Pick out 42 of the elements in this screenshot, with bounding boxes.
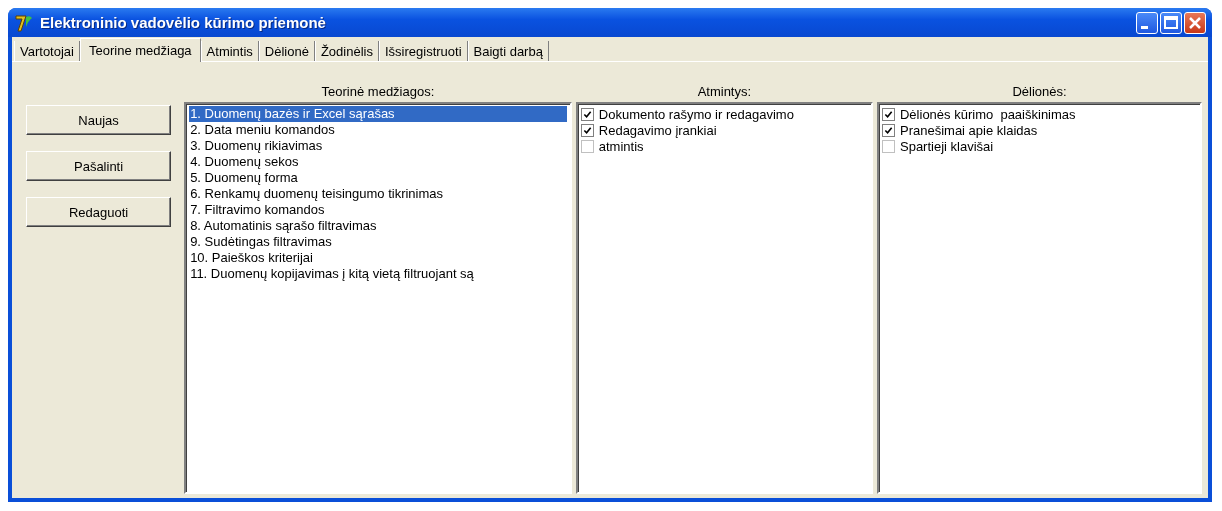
checkbox[interactable] bbox=[882, 123, 895, 137]
list-item[interactable]: 11. Duomenų kopijavimas į kitą vietą filtruojant są bbox=[189, 266, 567, 282]
list-item[interactable]: 2. Data meniu komandos bbox=[189, 122, 567, 138]
app-logo-icon bbox=[14, 12, 34, 33]
tab[interactable]: Žodinėlis bbox=[314, 41, 379, 61]
window-title: Elektroninio vadovėlio kūrimo priemonė bbox=[40, 14, 327, 31]
minimize-icon bbox=[1140, 26, 1148, 29]
action-button[interactable]: Naujas bbox=[26, 105, 172, 135]
list-item[interactable]: 7. Filtravimo komandos bbox=[189, 202, 567, 218]
tab[interactable]: Vartotojai bbox=[14, 41, 80, 61]
tab[interactable]: Išsiregistruoti bbox=[378, 41, 468, 61]
checkbox[interactable] bbox=[580, 123, 594, 137]
list-item[interactable]: 1. Duomenų bazės ir Excel sąrašas bbox=[189, 106, 567, 122]
action-button[interactable]: Redaguoti bbox=[26, 197, 172, 227]
checkbox-label: Dokumento rašymo ir redagavimo bbox=[598, 106, 794, 122]
close-button[interactable] bbox=[1184, 11, 1206, 34]
tab[interactable]: Teorine medžiaga bbox=[79, 38, 201, 62]
maximize-button[interactable] bbox=[1160, 11, 1182, 34]
list-heading: Dėlionės: bbox=[1012, 83, 1067, 101]
action-button[interactable]: Pašalinti bbox=[26, 151, 172, 181]
list-item[interactable]: 6. Renkamų duomenų teisingumo tikrinimas bbox=[189, 186, 567, 202]
minimize-button[interactable] bbox=[1136, 11, 1158, 34]
list-item[interactable]: 4. Duomenų sekos bbox=[189, 154, 567, 170]
checkbox[interactable] bbox=[882, 139, 895, 153]
checkbox-label: Redagavimo įrankiai bbox=[598, 122, 717, 138]
tab[interactable]: Dėlionė bbox=[258, 41, 315, 61]
list-item[interactable]: 9. Sudėtingas filtravimas bbox=[189, 234, 567, 250]
checkbox[interactable] bbox=[882, 107, 895, 121]
checkbox[interactable] bbox=[580, 107, 594, 121]
checkbox-label: Dėlionės kūrimo paaiškinimas bbox=[900, 106, 1076, 122]
list-heading: Teorinė medžiagos: bbox=[321, 83, 435, 101]
list-item[interactable]: 8. Automatinis sąrašo filtravimas bbox=[189, 218, 567, 234]
checkbox[interactable] bbox=[580, 139, 594, 153]
checkbox-label: Spartieji klavišai bbox=[900, 138, 994, 154]
list-heading: Atmintys: bbox=[697, 83, 752, 101]
list-item[interactable]: 5. Duomenų forma bbox=[189, 170, 567, 186]
checkbox-label: Pranešimai apie klaidas bbox=[900, 122, 1038, 138]
tab[interactable]: Baigti darbą bbox=[467, 41, 549, 61]
tab[interactable]: Atmintis bbox=[200, 41, 259, 61]
checkbox-label: atmintis bbox=[598, 138, 644, 154]
list-item[interactable]: 3. Duomenų rikiavimas bbox=[189, 138, 567, 154]
list-item[interactable]: 10. Paieškos kriterijai bbox=[189, 250, 567, 266]
